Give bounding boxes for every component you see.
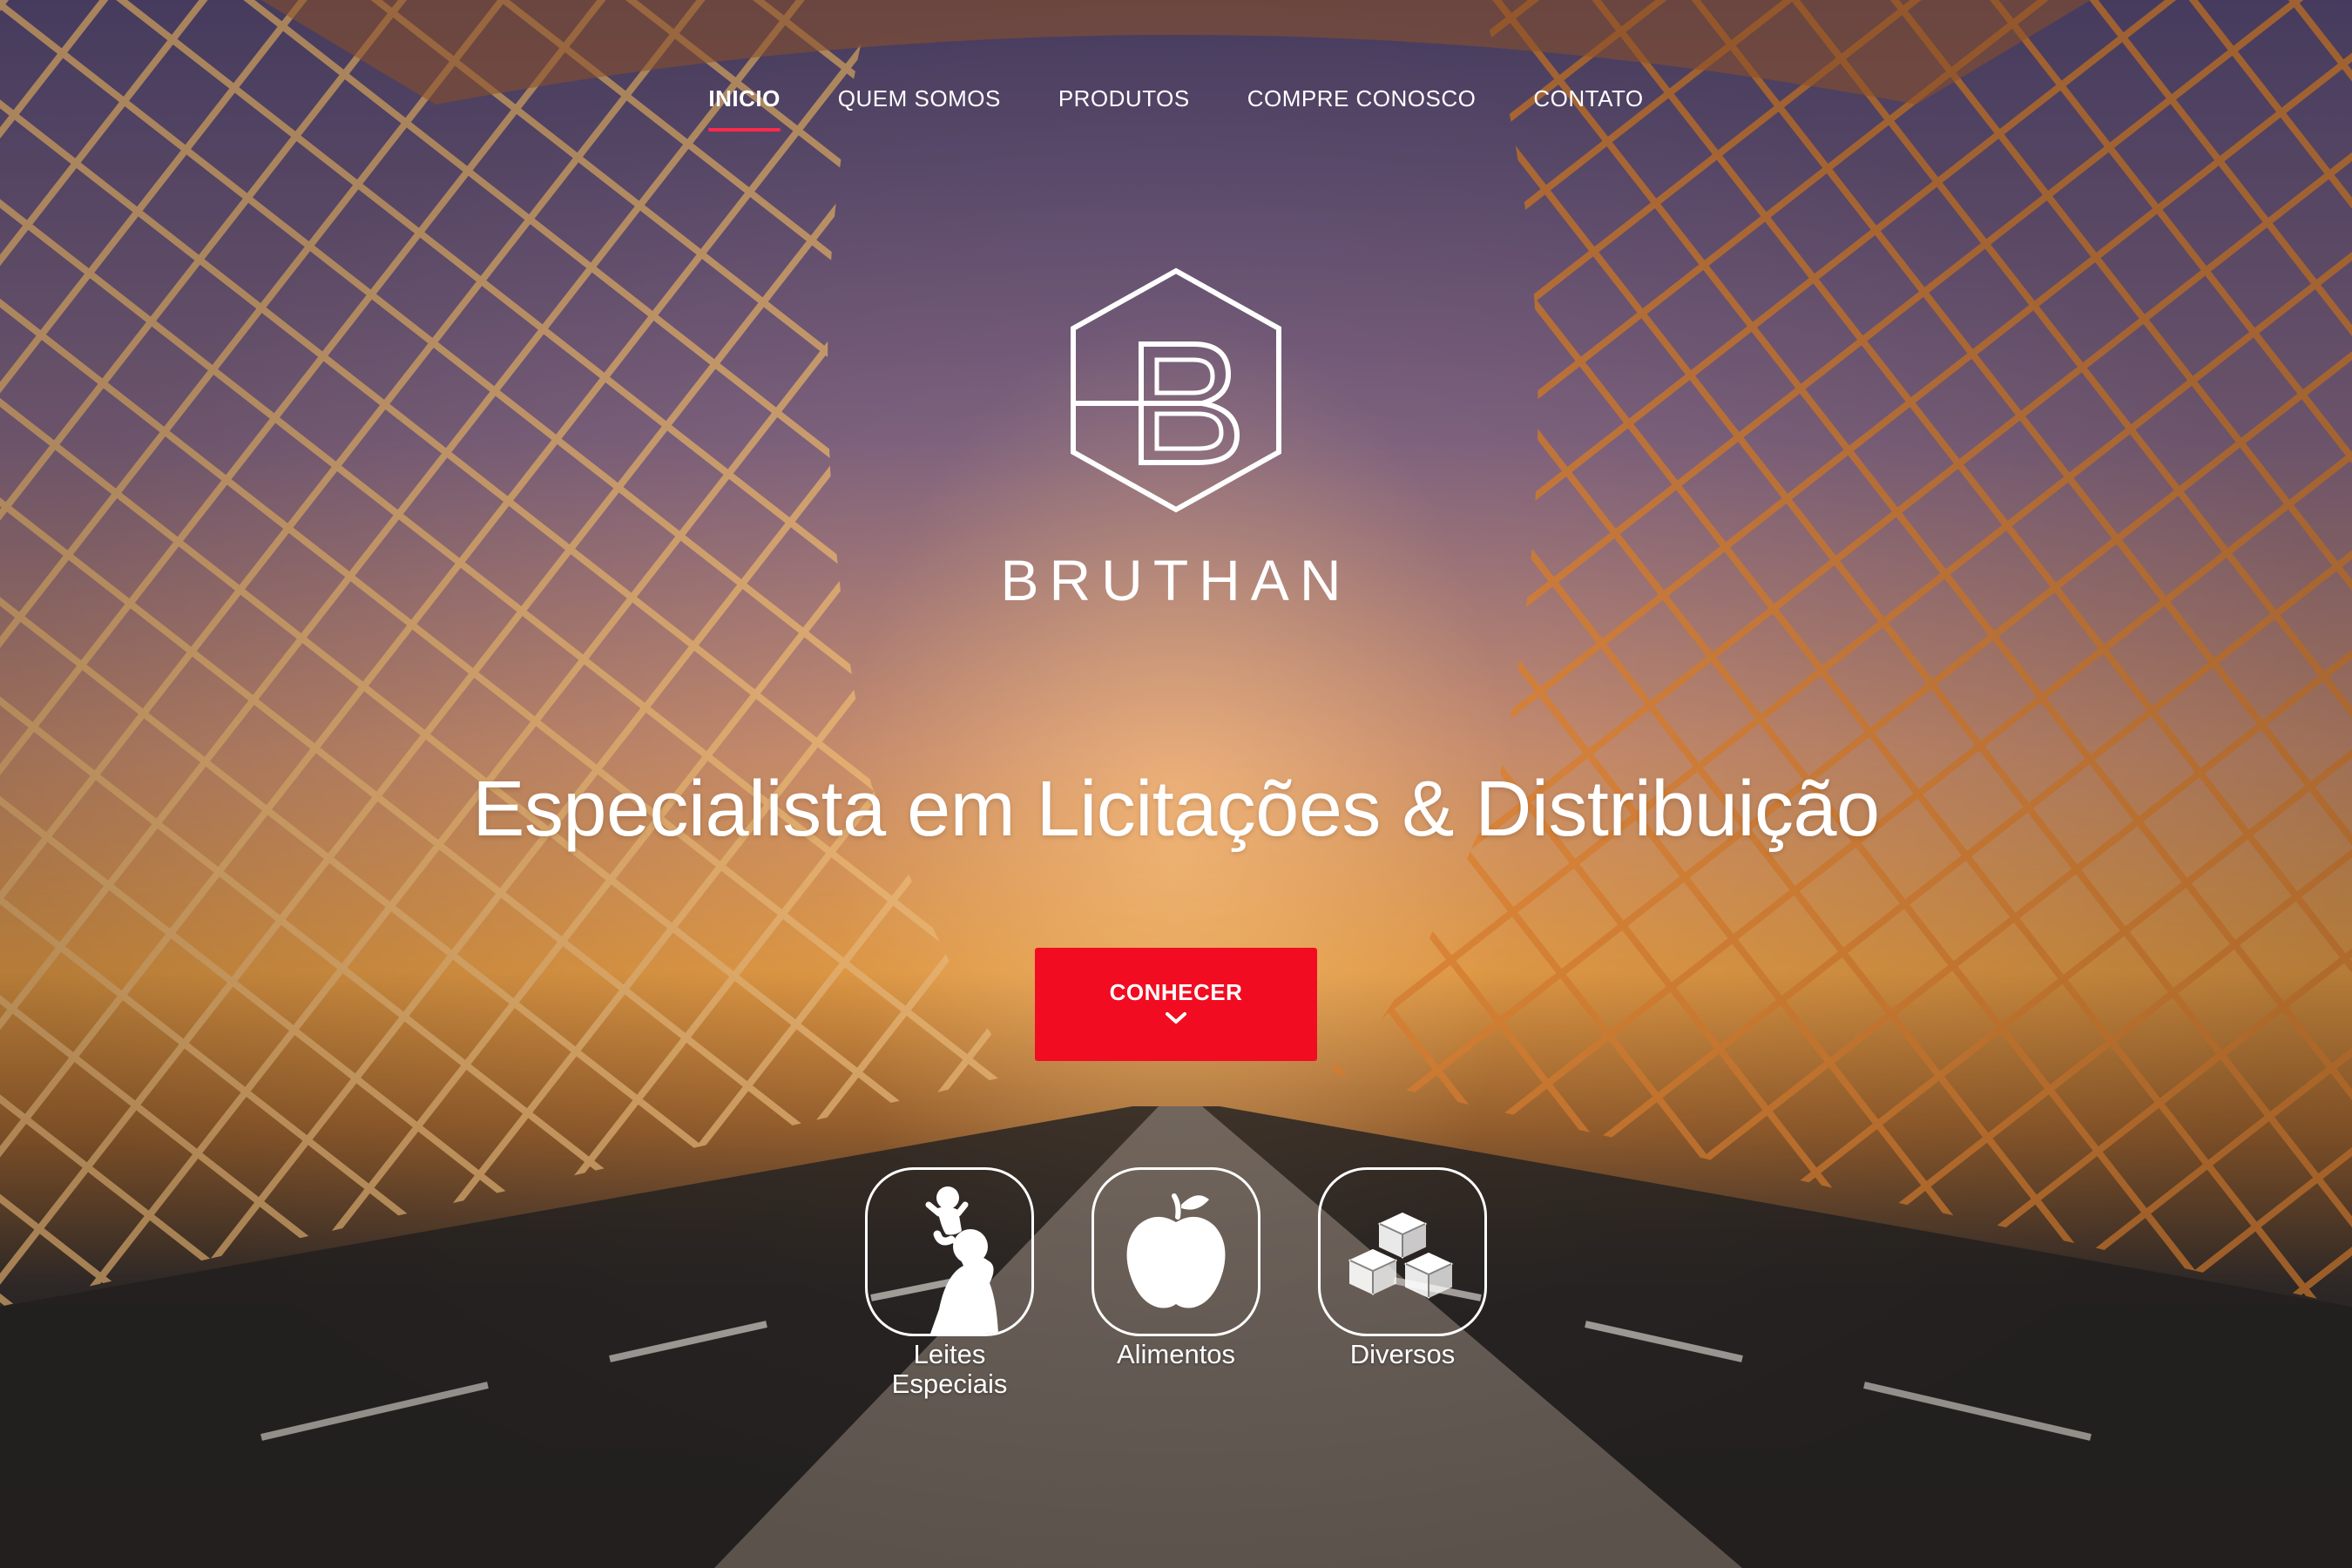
category-icon-frame: [1092, 1167, 1260, 1336]
category-icon-frame: [1318, 1167, 1487, 1336]
category-alimentos[interactable]: Alimentos: [1089, 1167, 1263, 1369]
category-leites-especiais[interactable]: Leites Especiais: [862, 1167, 1037, 1399]
hexagon-b-logo-icon: [1063, 266, 1289, 518]
category-label: Alimentos: [1116, 1339, 1236, 1369]
nav-item-compre-conosco[interactable]: COMPRE CONOSCO: [1247, 85, 1477, 112]
category-icon-frame: [865, 1167, 1034, 1336]
conhecer-button[interactable]: CONHECER: [1035, 948, 1317, 1061]
mother-baby-icon: [925, 1186, 998, 1334]
nav-item-quem-somos[interactable]: QUEM SOMOS: [838, 85, 1001, 112]
hero-headline: Especialista em Licitações & Distribuiçã…: [472, 766, 1880, 853]
nav-item-contato[interactable]: CONTATO: [1533, 85, 1643, 112]
category-label: Leites Especiais: [891, 1339, 1008, 1399]
boxes-icon: [1348, 1212, 1454, 1299]
nav-item-produtos[interactable]: PRODUTOS: [1058, 85, 1190, 112]
main-nav: INICIO QUEM SOMOS PRODUTOS COMPRE CONOSC…: [0, 0, 2352, 174]
chevron-down-icon: [1165, 1011, 1187, 1030]
category-label: Diversos: [1349, 1339, 1456, 1369]
conhecer-button-label: CONHECER: [1109, 979, 1243, 1005]
brand-name: BRUTHAN: [1000, 548, 1352, 612]
category-diversos[interactable]: Diversos: [1315, 1167, 1490, 1369]
nav-item-inicio[interactable]: INICIO: [708, 85, 781, 132]
apple-icon: [1126, 1193, 1226, 1308]
